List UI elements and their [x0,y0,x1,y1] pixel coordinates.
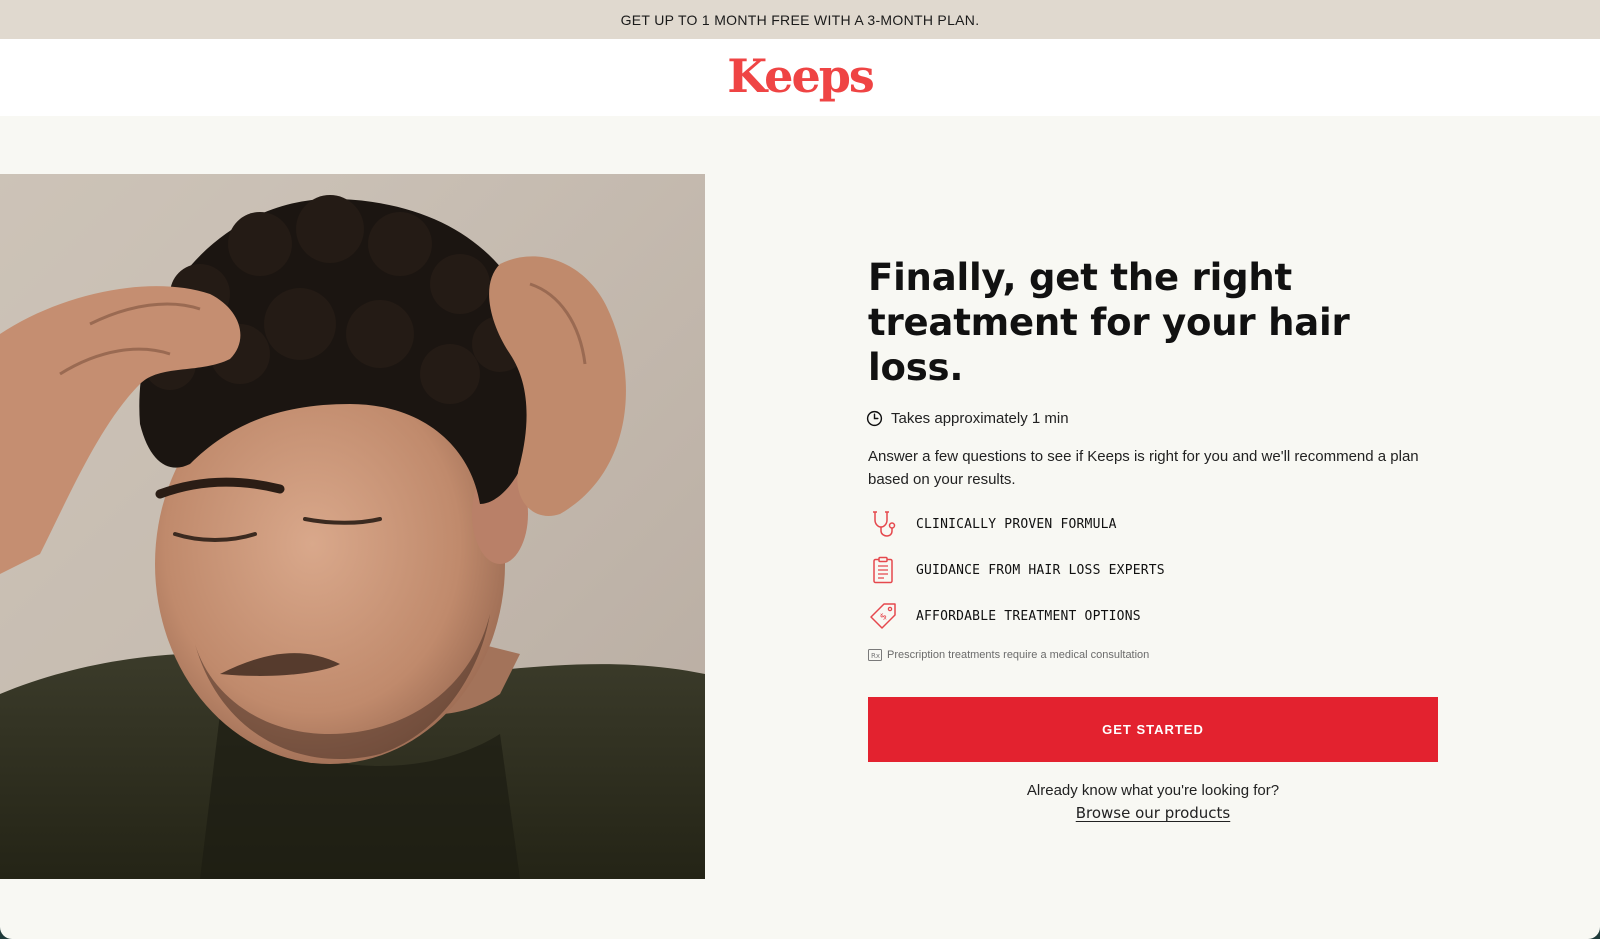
keeps-logo[interactable]: Keeps [727,53,875,99]
intro-text: Answer a few questions to see if Keeps i… [868,448,1419,488]
feature-label: GUIDANCE FROM HAIR LOSS EXPERTS [916,562,1165,578]
man-touching-hair-photo [0,174,705,879]
promo-text: GET UP TO 1 MONTH FREE WITH A 3-MONTH PL… [620,11,980,28]
list-item: $ AFFORDABLE TREATMENT OPTIONS [868,601,1438,631]
prescription-note: Rx Prescription treatments require a med… [868,649,1438,661]
rx-icon: Rx [868,649,882,661]
list-item: CLINICALLY PROVEN FORMULA [868,509,1438,539]
clipboard-icon [873,556,893,584]
site-header: Keeps [0,39,1600,116]
get-started-button[interactable]: GET STARTED [868,697,1438,762]
price-tag-icon: $ [870,603,896,629]
svg-text:$: $ [878,612,889,623]
promo-banner: GET UP TO 1 MONTH FREE WITH A 3-MONTH PL… [0,0,1600,39]
time-estimate-text: Takes approximately 1 min [891,410,1069,427]
feature-label: AFFORDABLE TREATMENT OPTIONS [916,608,1141,624]
feature-list: CLINICALLY PROVEN FORMULA GUIDANCE FROM … [868,509,1438,631]
landing-page: GET UP TO 1 MONTH FREE WITH A 3-MONTH PL… [0,0,1600,939]
clock-icon [866,410,883,427]
browse-products-link[interactable]: Browse our products [868,804,1438,822]
list-item: GUIDANCE FROM HAIR LOSS EXPERTS [868,555,1438,585]
hero-photo [0,174,705,879]
page-title: Finally, get the right treatment for you… [868,256,1350,389]
feature-label: CLINICALLY PROVEN FORMULA [916,516,1117,532]
svg-text:Rx: Rx [871,652,880,660]
prescription-note-text: Prescription treatments require a medica… [887,649,1150,661]
time-estimate: Takes approximately 1 min [866,410,1438,427]
already-know-text: Already know what you're looking for? [1026,782,1280,799]
hero-content: Finally, get the right treatment for you… [866,255,1438,822]
stethoscope-icon [873,511,896,537]
